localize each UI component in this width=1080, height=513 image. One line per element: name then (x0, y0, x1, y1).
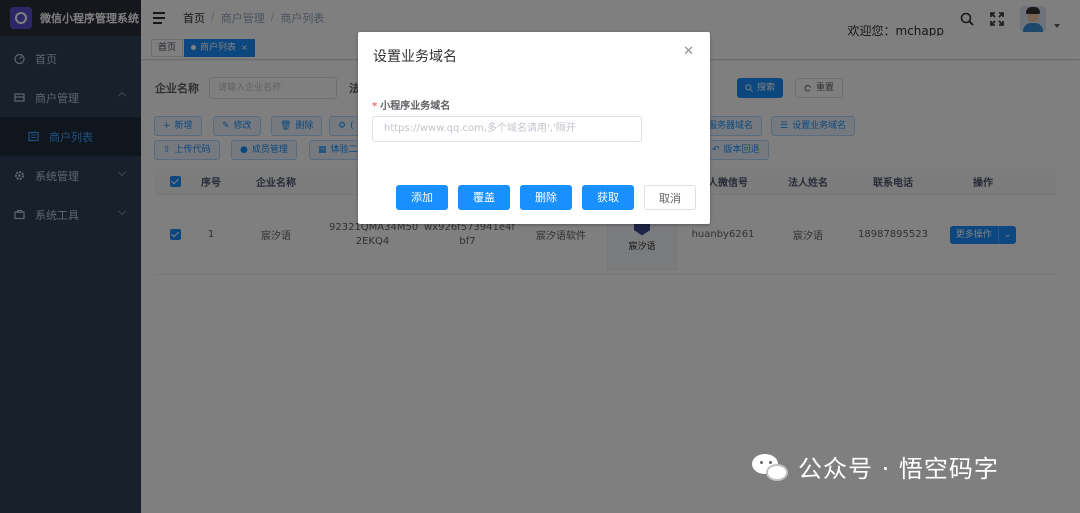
add-domain-button[interactable]: 添加 (396, 185, 448, 210)
watermark-text: 公众号 · 悟空码字 (798, 455, 999, 483)
domain-field-label: * 小程序业务域名 (372, 97, 450, 112)
wechat-logo-icon (752, 450, 792, 484)
delete-domain-button[interactable]: 删除 (520, 185, 572, 210)
cover-domain-button[interactable]: 覆盖 (458, 185, 510, 210)
close-icon[interactable]: ✕ (683, 44, 694, 59)
set-biz-domain-dialog: 设置业务域名 ✕ * 小程序业务域名 https://www.qq.com,多个域… (358, 32, 710, 224)
watermark: 公众号 · 悟空码字 (752, 449, 999, 484)
dialog-title: 设置业务域名 (373, 49, 457, 65)
domain-input[interactable]: https://www.qq.com,多个域名请用','隔开 (372, 116, 642, 142)
cancel-button[interactable]: 取消 (644, 185, 696, 210)
required-mark: * (372, 101, 378, 112)
fetch-domain-button[interactable]: 获取 (582, 185, 634, 210)
domain-field-label-text: 小程序业务域名 (380, 101, 451, 112)
